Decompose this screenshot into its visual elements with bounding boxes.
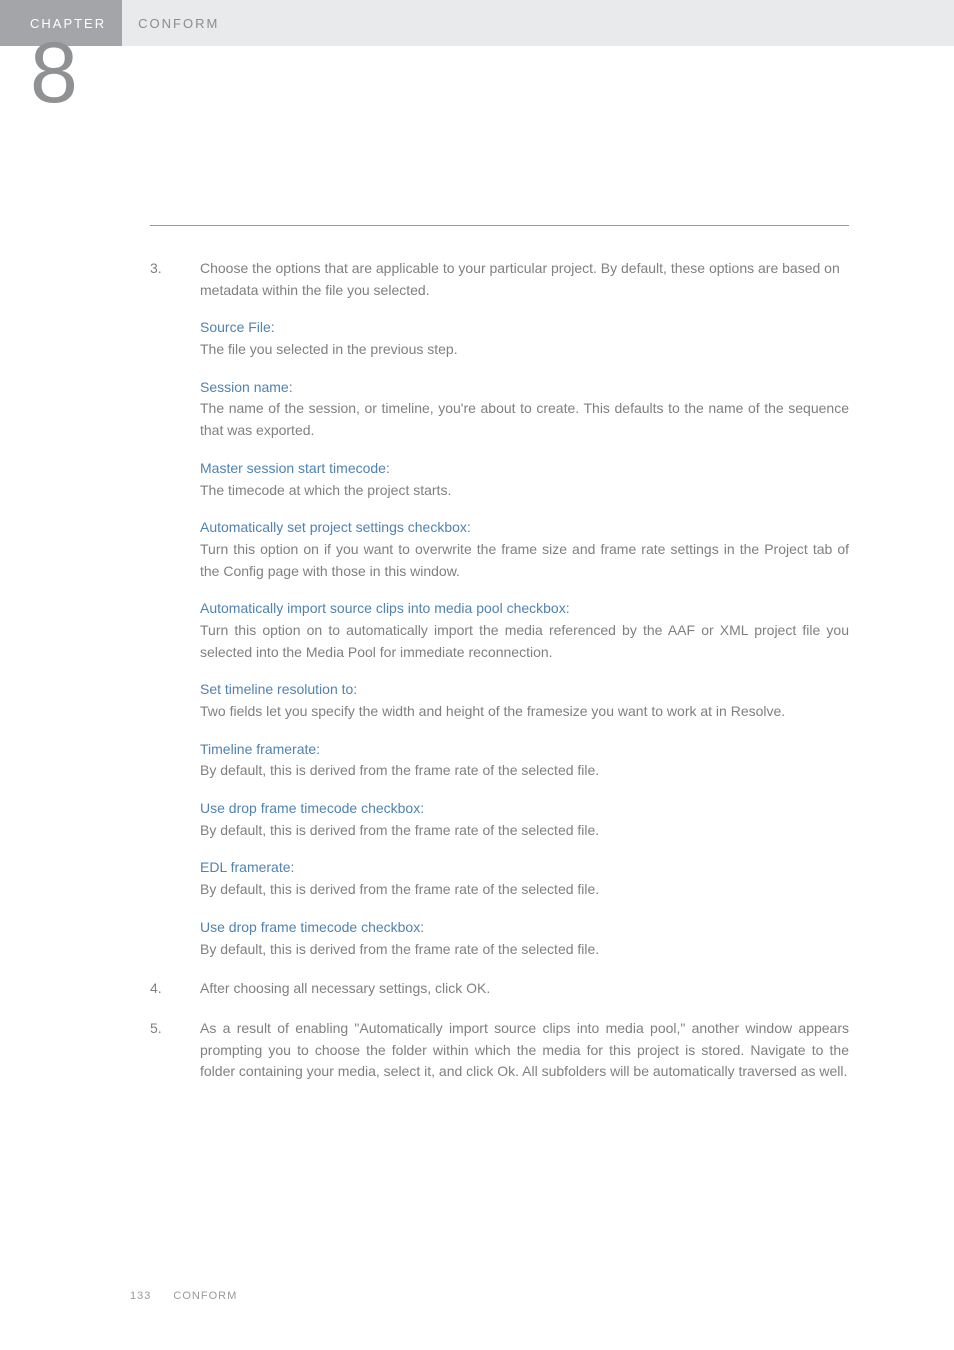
option-body: By default, this is derived from the fra… — [200, 939, 849, 961]
option-body: The timecode at which the project starts… — [200, 480, 849, 502]
option-body: Turn this option on to automatically imp… — [200, 620, 849, 663]
header-bar: CHAPTER CONFORM — [0, 0, 954, 46]
option: Source File: The file you selected in th… — [200, 317, 849, 360]
step-number: 3. — [150, 258, 200, 960]
option: Session name: The name of the session, o… — [200, 377, 849, 442]
option-title: EDL framerate: — [200, 857, 849, 879]
page-number: 133 — [130, 1290, 151, 1302]
option-body: Turn this option on if you want to overw… — [200, 539, 849, 582]
chapter-number: 8 — [30, 30, 78, 116]
step: 4. After choosing all necessary settings… — [150, 978, 849, 1000]
option-body: The name of the session, or timeline, yo… — [200, 398, 849, 441]
content: 3. Choose the options that are applicabl… — [150, 225, 849, 1101]
footer-section: CONFORM — [173, 1290, 237, 1302]
option-title: Source File: — [200, 317, 849, 339]
option: Set timeline resolution to: Two fields l… — [200, 679, 849, 722]
header-title-text: CONFORM — [138, 16, 219, 31]
option-title: Master session start timecode: — [200, 458, 849, 480]
step-body: Choose the options that are applicable t… — [200, 258, 849, 960]
divider — [150, 225, 849, 226]
option-title: Session name: — [200, 377, 849, 399]
step-intro: Choose the options that are applicable t… — [200, 258, 849, 301]
option: Automatically set project settings check… — [200, 517, 849, 582]
option-title: Use drop frame timecode checkbox: — [200, 798, 849, 820]
option-body: Two fields let you specify the width and… — [200, 701, 849, 723]
option: Master session start timecode: The timec… — [200, 458, 849, 501]
step: 3. Choose the options that are applicabl… — [150, 258, 849, 960]
step-number: 4. — [150, 978, 200, 1000]
footer: 133 CONFORM — [130, 1290, 237, 1302]
option-body: By default, this is derived from the fra… — [200, 760, 849, 782]
option: EDL framerate: By default, this is deriv… — [200, 857, 849, 900]
option-body: By default, this is derived from the fra… — [200, 879, 849, 901]
option-title: Set timeline resolution to: — [200, 679, 849, 701]
step-intro: After choosing all necessary settings, c… — [200, 978, 849, 1000]
page: CHAPTER CONFORM 8 3. Choose the options … — [0, 0, 954, 1350]
option-body: By default, this is derived from the fra… — [200, 820, 849, 842]
header-title: CONFORM — [122, 0, 219, 46]
step: 5. As a result of enabling "Automaticall… — [150, 1018, 849, 1083]
step-body: As a result of enabling "Automatically i… — [200, 1018, 849, 1083]
step-body: After choosing all necessary settings, c… — [200, 978, 849, 1000]
option: Use drop frame timecode checkbox: By def… — [200, 917, 849, 960]
option: Use drop frame timecode checkbox: By def… — [200, 798, 849, 841]
option-title: Automatically set project settings check… — [200, 517, 849, 539]
step-intro: As a result of enabling "Automatically i… — [200, 1018, 849, 1083]
step-number: 5. — [150, 1018, 200, 1083]
option-title: Automatically import source clips into m… — [200, 598, 849, 620]
option: Timeline framerate: By default, this is … — [200, 739, 849, 782]
option-title: Use drop frame timecode checkbox: — [200, 917, 849, 939]
option-title: Timeline framerate: — [200, 739, 849, 761]
option-body: The file you selected in the previous st… — [200, 339, 849, 361]
option: Automatically import source clips into m… — [200, 598, 849, 663]
